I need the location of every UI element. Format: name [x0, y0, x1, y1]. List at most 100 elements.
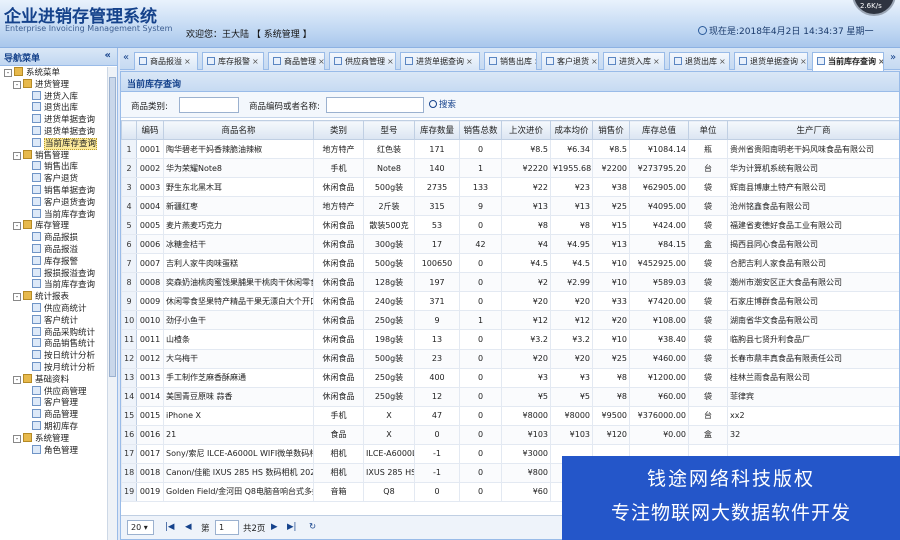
nav-item[interactable]: 库存报警	[0, 255, 107, 268]
table-row[interactable]: 13 0013 手工制作芝麻香酥麻通 休闲食品 250g装 400 0 ¥3 ¥3 ¥8 ¥1200…	[121, 367, 899, 388]
tab-scroll-right-button[interactable]: »	[890, 52, 896, 63]
tree-expander-icon[interactable]: -	[13, 434, 21, 443]
close-icon[interactable]: ×	[591, 57, 598, 66]
nav-item[interactable]: 按日统计分析	[0, 350, 107, 362]
tab[interactable]: 进货单据查询 ×	[400, 52, 480, 70]
nav-item[interactable]: 商品报损	[0, 232, 107, 244]
nav-item[interactable]: - 销售管理	[0, 149, 107, 162]
nav-item[interactable]: 按月统计分析	[0, 361, 107, 374]
nav-item[interactable]: 报损报溢查询	[0, 267, 107, 280]
nav-item[interactable]: 客户退货查询	[0, 196, 107, 209]
nav-item[interactable]: 客户统计	[0, 314, 107, 327]
last-page-button[interactable]: ▶|	[287, 522, 296, 532]
nav-item[interactable]: 期初库存	[0, 420, 107, 433]
tree-expander-icon[interactable]: -	[4, 69, 12, 77]
table-row[interactable]: 14 0014 美国青豆原味 蒜香 休闲食品 250g装 12 0 ¥5 ¥5 ¥8 ¥60.00 袋…	[121, 386, 899, 407]
tab[interactable]: 销售出库×	[484, 52, 537, 70]
nav-item[interactable]: 客户退货	[0, 173, 107, 185]
table-row[interactable]: 12 0012 大乌梅干 休闲食品 500g装 23 0 ¥20 ¥20 ¥25 ¥460.00 袋长…	[121, 348, 899, 369]
table-row[interactable]: 16 0016 21 食品 X 0 0 ¥103 ¥103 ¥120 ¥0.00 盒 32	[121, 424, 899, 445]
nav-item[interactable]: 进货单据查询	[0, 114, 107, 126]
first-page-button[interactable]: |◀	[165, 522, 174, 532]
table-row[interactable]: 6 0006 冰糖金桔干 休闲食品 300g装 17 42 ¥4 ¥4.95 ¥13 ¥84.15 盒…	[121, 234, 899, 255]
column-header[interactable]: 单位	[688, 120, 728, 140]
nav-item[interactable]: 销售单据查询	[0, 184, 107, 197]
nav-item[interactable]: - 基础资料	[0, 373, 107, 386]
column-header[interactable]: 类别	[313, 120, 364, 140]
column-header[interactable]: 商品名称	[163, 120, 314, 140]
tree-expander-icon[interactable]: -	[13, 80, 21, 89]
column-header[interactable]: 库存总值	[629, 120, 689, 140]
nav-item[interactable]: - 系统菜单	[0, 67, 107, 79]
nav-item[interactable]: 商品报溢	[0, 243, 107, 256]
nav-item[interactable]: 当前库存查询	[0, 137, 107, 150]
table-row[interactable]: 15 0015 iPhone X 手机 X 47 0 ¥8000 ¥8000 ¥9500 ¥3760…	[121, 405, 899, 426]
tab-scroll-left-button[interactable]: «	[123, 52, 129, 63]
tab[interactable]: 当前库存查询×	[812, 52, 884, 71]
close-icon[interactable]: ×	[387, 57, 394, 66]
tab[interactable]: 库存报警 ×	[202, 52, 264, 70]
close-icon[interactable]: ×	[653, 57, 660, 66]
nav-item[interactable]: 销售出库	[0, 161, 107, 173]
sidebar-scroll-thumb[interactable]	[109, 77, 116, 377]
column-header[interactable]: 编码	[136, 120, 164, 140]
tab[interactable]: 退货出库 ×	[669, 52, 730, 70]
table-row[interactable]: 1 0001 陶华碧老干妈香辣脆油辣椒 地方特产 红色装 171 0 ¥8.5 ¥6.34 ¥8.…	[121, 138, 899, 160]
nav-item[interactable]: - 进货管理	[0, 78, 107, 91]
tree-expander-icon[interactable]: -	[13, 375, 21, 384]
tree-expander-icon[interactable]: -	[13, 293, 21, 302]
table-row[interactable]: 11 0011 山楂条 休闲食品 198g装 13 0 ¥3.2 ¥3.2 ¥10 ¥38.40 袋临…	[121, 329, 899, 350]
table-row[interactable]: 7 0007 吉利人家牛肉味蛋糕 休闲食品 500g装 100650 0 ¥4.5 ¥4.5 ¥1…	[121, 253, 899, 274]
tab[interactable]: 进货入库 ×	[603, 52, 665, 70]
nav-item[interactable]: 进货入库	[0, 90, 107, 103]
tab[interactable]: 客户退货 ×	[541, 52, 599, 70]
table-row[interactable]: 8 0008 奕森奶油桃肉蜜饯果脯果干桃肉干休闲零食 休闲食品 128g装 197 0 ¥2 ¥…	[121, 272, 899, 293]
page-number-input[interactable]: 1	[215, 520, 239, 535]
close-icon[interactable]: ×	[252, 57, 259, 66]
close-icon[interactable]: ×	[184, 57, 191, 66]
close-icon[interactable]: ×	[719, 57, 726, 66]
nav-item[interactable]: - 统计报表	[0, 291, 107, 303]
nav-item[interactable]: 商品管理	[0, 409, 107, 421]
close-icon[interactable]: ×	[800, 57, 807, 66]
tab[interactable]: 退货单据查询 ×	[734, 52, 808, 70]
column-header[interactable]: 销售价	[592, 120, 630, 140]
name-input[interactable]	[326, 97, 424, 113]
column-header[interactable]: 成本均价	[550, 120, 593, 140]
column-header[interactable]: 库存数量	[414, 120, 460, 140]
close-icon[interactable]: ×	[466, 57, 473, 66]
prev-page-button[interactable]: ◀	[185, 522, 192, 532]
column-header[interactable]: 销售总数	[459, 120, 502, 140]
nav-item[interactable]: 商品采购统计	[0, 326, 107, 339]
nav-item[interactable]: 当前库存查询	[0, 208, 107, 221]
tree-expander-icon[interactable]: -	[13, 222, 21, 231]
close-icon[interactable]: ×	[878, 57, 883, 66]
column-header[interactable]: 型号	[363, 120, 415, 140]
table-row[interactable]: 4 0004 新疆红枣 地方特产 2斤装 315 9 ¥13 ¥13 ¥25 ¥4095.00 袋沧州…	[121, 196, 899, 217]
nav-item[interactable]: 角色管理	[0, 444, 107, 457]
nav-item[interactable]: 客户管理	[0, 397, 107, 409]
column-header[interactable]: 上次进价	[501, 120, 551, 140]
nav-item[interactable]: - 系统管理	[0, 432, 107, 445]
nav-item[interactable]: 商品销售统计	[0, 338, 107, 350]
nav-item[interactable]: 供应商统计	[0, 302, 107, 315]
table-row[interactable]: 5 0005 麦片燕麦巧克力 休闲食品 散装500克 53 0 ¥8 ¥8 ¥15 ¥424.00 袋…	[121, 215, 899, 236]
tree-expander-icon[interactable]: -	[13, 151, 21, 160]
nav-item[interactable]: - 库存管理	[0, 220, 107, 232]
search-button[interactable]: 搜索	[429, 98, 456, 110]
sidebar-scrollbar[interactable]	[107, 67, 117, 540]
sidebar-collapse-button[interactable]: «	[105, 50, 111, 61]
next-page-button[interactable]: ▶	[271, 522, 278, 532]
table-row[interactable]: 10 0010 劲仔小鱼干 休闲食品 250g装 9 1 ¥12 ¥12 ¥20 ¥108.00 袋湖…	[121, 310, 899, 331]
close-icon[interactable]: ×	[318, 57, 324, 66]
nav-item[interactable]: 退货出库	[0, 102, 107, 114]
tab[interactable]: 供应商管理 ×	[329, 52, 396, 70]
nav-item[interactable]: 退货单据查询	[0, 125, 107, 138]
tab[interactable]: 商品管理 ×	[268, 52, 325, 70]
column-header[interactable]: 生产厂商	[727, 120, 899, 140]
page-size-select[interactable]: 20 ▾	[127, 520, 154, 535]
refresh-icon[interactable]: ↻	[309, 522, 316, 532]
tab[interactable]: 商品报溢 ×	[134, 52, 198, 70]
table-row[interactable]: 2 0002 华为荣耀Note8 手机 Note8 140 1 ¥2220 ¥1955.68 ¥2…	[121, 158, 899, 179]
table-row[interactable]: 9 0009 休闲零食坚果特产精品干果无漂白大个开口 休闲食品 240g装 371 0 ¥20…	[121, 291, 899, 312]
